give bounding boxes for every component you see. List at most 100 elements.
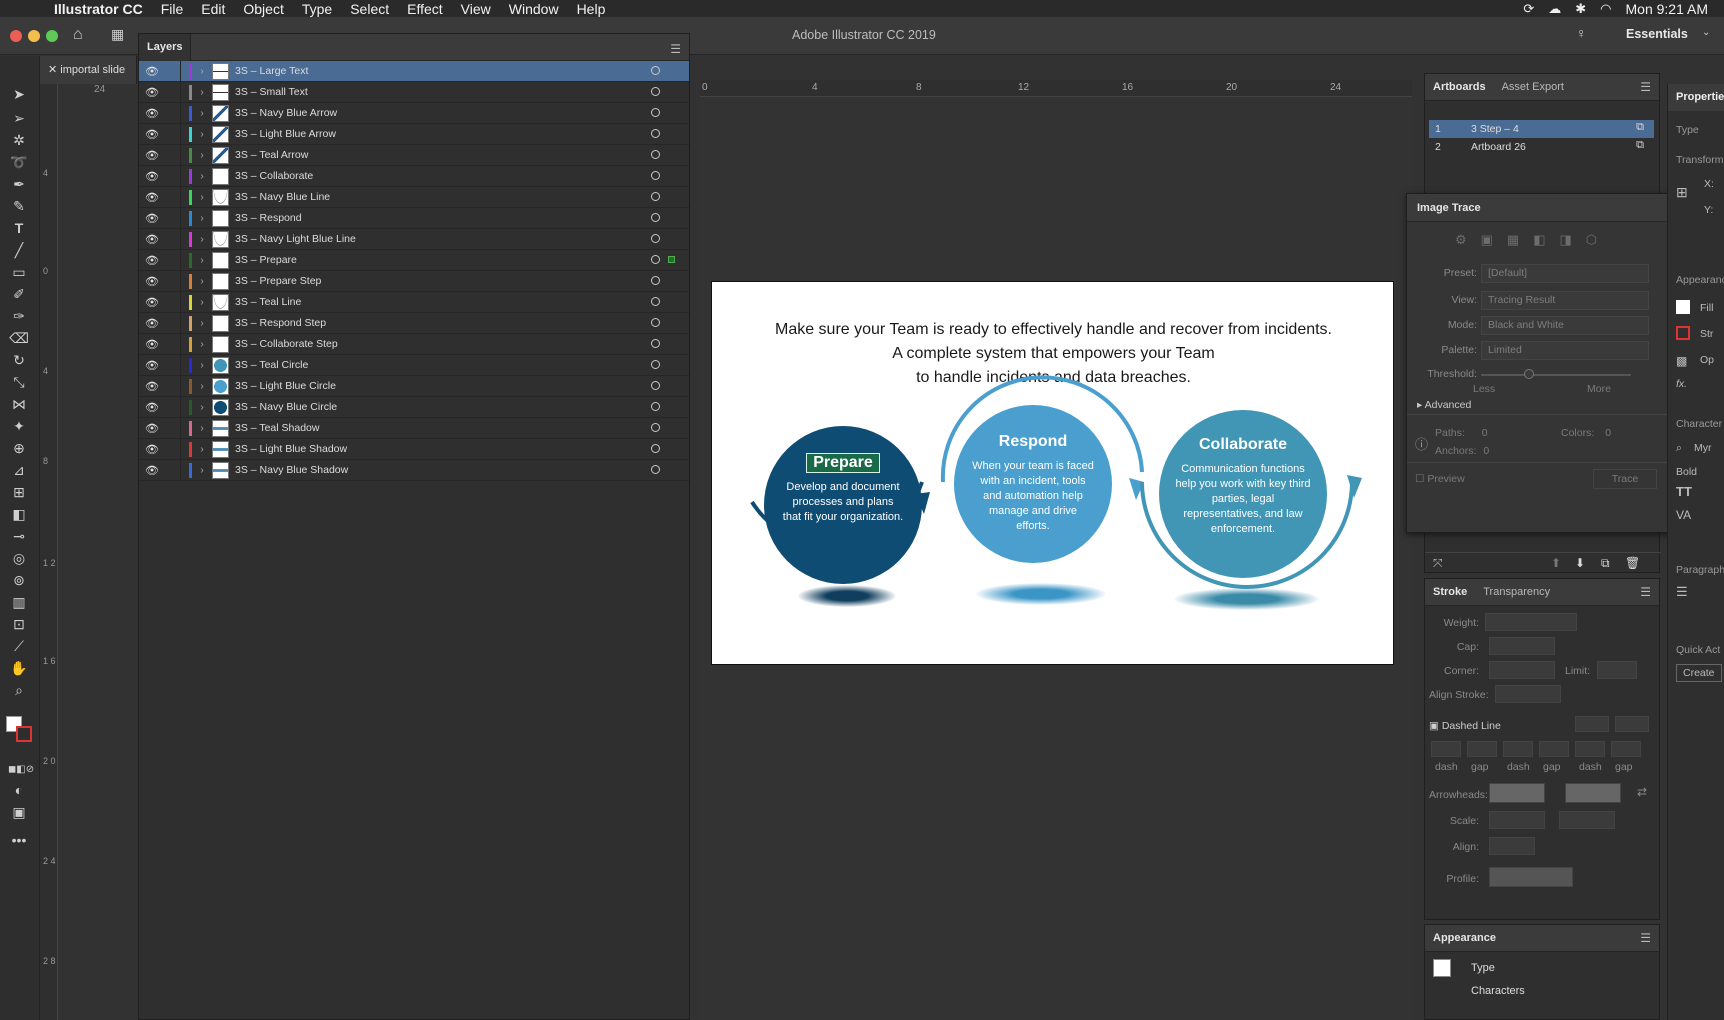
perspective-grid-icon[interactable]: ⊿	[8, 460, 30, 480]
target-circle-icon[interactable]	[651, 213, 660, 222]
lock-toggle[interactable]	[165, 249, 181, 271]
visibility-eye-icon[interactable]: 👁	[139, 359, 165, 372]
swap-arrowheads-icon[interactable]: ⇄	[1637, 785, 1647, 799]
lock-toggle[interactable]	[165, 333, 181, 355]
transparency-tab[interactable]: Transparency	[1475, 579, 1558, 606]
layer-name[interactable]: 3S – Collaborate Step	[235, 338, 689, 350]
shaper-tool-icon[interactable]: ✑	[8, 306, 30, 326]
gap-input[interactable]	[1611, 741, 1641, 757]
expand-chevron-icon[interactable]: ›	[192, 234, 212, 245]
lock-toggle[interactable]	[165, 228, 181, 250]
target-circle-icon[interactable]	[651, 423, 660, 432]
font-size-icon[interactable]: TT	[1676, 484, 1692, 499]
layer-name[interactable]: 3S – Small Text	[235, 86, 689, 98]
menu-type[interactable]: Type	[302, 1, 332, 17]
visibility-eye-icon[interactable]: 👁	[139, 317, 165, 330]
layer-name[interactable]: 3S – Navy Light Blue Line	[235, 233, 689, 245]
width-tool-icon[interactable]: ⋈	[8, 394, 30, 414]
close-tab-icon[interactable]: ✕	[48, 64, 60, 76]
lock-toggle[interactable]	[165, 291, 181, 313]
expand-chevron-icon[interactable]: ›	[192, 339, 212, 350]
teal-shadow[interactable]	[1174, 588, 1319, 610]
layer-row[interactable]: 👁 › 3S – Navy Light Blue Line	[139, 228, 689, 250]
expand-chevron-icon[interactable]: ›	[192, 297, 212, 308]
target-circle-icon[interactable]	[651, 150, 660, 159]
lock-toggle[interactable]	[165, 207, 181, 229]
properties-tab[interactable]: Properties	[1668, 84, 1724, 111]
light-blue-shadow[interactable]	[976, 583, 1106, 605]
layer-row[interactable]: 👁 › 3S – Navy Blue Arrow	[139, 102, 689, 124]
font-search-icon[interactable]: ⌕	[1676, 442, 1682, 455]
mesh-tool-icon[interactable]: ⊞	[8, 482, 30, 502]
sync-icon[interactable]: ⟳	[1523, 1, 1534, 17]
zoom-tool-icon[interactable]: ⌕	[8, 680, 30, 700]
expand-chevron-icon[interactable]: ›	[192, 381, 212, 392]
layer-name[interactable]: 3S – Teal Line	[235, 296, 689, 308]
layer-row[interactable]: 👁 › 3S – Teal Circle	[139, 354, 689, 376]
eraser-icon[interactable]: ⌫	[8, 328, 30, 348]
artboards-tab[interactable]: Artboards	[1425, 74, 1494, 101]
stroke-tab[interactable]: Stroke	[1425, 579, 1475, 606]
menu-edit[interactable]: Edit	[201, 1, 225, 17]
lock-toggle[interactable]	[165, 396, 181, 418]
move-down-icon[interactable]: ⬇	[1575, 556, 1585, 570]
menu-effect[interactable]: Effect	[407, 1, 443, 17]
dash-align-corners-icon[interactable]	[1575, 716, 1609, 732]
layer-name[interactable]: 3S – Navy Blue Line	[235, 191, 689, 203]
visibility-eye-icon[interactable]: 👁	[139, 254, 165, 267]
palette-dropdown[interactable]: Limited	[1481, 341, 1649, 360]
rotate-tool-icon[interactable]: ↻	[8, 350, 30, 370]
weight-input[interactable]	[1485, 613, 1577, 631]
align-stroke-buttons[interactable]	[1495, 685, 1561, 703]
expand-chevron-icon[interactable]: ›	[192, 423, 212, 434]
visibility-eye-icon[interactable]: 👁	[139, 86, 165, 99]
target-circle-icon[interactable]	[651, 129, 660, 138]
opacity-icon[interactable]: ▩	[1676, 354, 1687, 368]
target-circle-icon[interactable]	[651, 339, 660, 348]
trace-preset-icons[interactable]: ⚙▣▦◧◨⬡	[1455, 232, 1611, 248]
font-family-field[interactable]: Myr	[1694, 442, 1712, 454]
visibility-eye-icon[interactable]: 👁	[139, 401, 165, 414]
panel-menu-icon[interactable]: ☰	[1640, 931, 1651, 945]
selection-tool-icon[interactable]: ➤	[8, 84, 30, 104]
visibility-eye-icon[interactable]: 👁	[139, 338, 165, 351]
selection-indicator[interactable]	[668, 256, 675, 263]
preset-dropdown[interactable]: [Default]	[1481, 264, 1649, 283]
reference-point-icon[interactable]: ⊞	[1676, 184, 1688, 201]
visibility-eye-icon[interactable]: 👁	[139, 149, 165, 162]
layer-name[interactable]: 3S – Light Blue Circle	[235, 380, 689, 392]
layer-row[interactable]: 👁 › 3S – Collaborate Step	[139, 333, 689, 355]
expand-chevron-icon[interactable]: ›	[192, 150, 212, 161]
arrange-documents-icon[interactable]: ▦	[111, 26, 124, 43]
color-mode-icons[interactable]: ◼◧⊘	[8, 760, 34, 780]
layer-name[interactable]: 3S – Prepare Step	[235, 275, 689, 287]
expand-chevron-icon[interactable]: ›	[192, 129, 212, 140]
expand-chevron-icon[interactable]: ›	[192, 444, 212, 455]
layer-name[interactable]: 3S – Navy Blue Shadow	[235, 464, 689, 476]
move-up-icon[interactable]: ⬆	[1551, 556, 1561, 570]
target-circle-icon[interactable]	[651, 66, 660, 75]
dash-input[interactable]	[1575, 741, 1605, 757]
gradient-tool-icon[interactable]: ◧	[8, 504, 30, 524]
line-tool-icon[interactable]: ╱	[8, 240, 30, 260]
layer-name[interactable]: 3S – Teal Arrow	[235, 149, 689, 161]
layer-name[interactable]: 3S – Navy Blue Arrow	[235, 107, 689, 119]
expand-chevron-icon[interactable]: ›	[192, 213, 212, 224]
layer-row[interactable]: 👁 › 3S – Navy Blue Shadow	[139, 459, 689, 481]
magic-wand-icon[interactable]: ✲	[8, 130, 30, 150]
rearrange-artboards-icon[interactable]: ⤧	[1433, 556, 1443, 571]
visibility-eye-icon[interactable]: 👁	[139, 296, 165, 309]
appearance-characters-label[interactable]: Characters	[1471, 985, 1525, 997]
dash-input[interactable]	[1431, 741, 1461, 757]
panel-menu-icon[interactable]: ☰	[1640, 80, 1651, 94]
visibility-eye-icon[interactable]: 👁	[139, 275, 165, 288]
expand-chevron-icon[interactable]: ›	[192, 66, 212, 77]
fill-swatch[interactable]	[1676, 300, 1690, 314]
stroke-swatch[interactable]	[1676, 326, 1690, 340]
layer-row[interactable]: 👁 › 3S – Teal Line	[139, 291, 689, 313]
type-tool-icon[interactable]: T	[8, 218, 30, 238]
visibility-eye-icon[interactable]: 👁	[139, 212, 165, 225]
target-circle-icon[interactable]	[651, 360, 660, 369]
artboard-tool-icon[interactable]: ⊡	[8, 614, 30, 634]
layer-row[interactable]: 👁 › 3S – Prepare Step	[139, 270, 689, 292]
